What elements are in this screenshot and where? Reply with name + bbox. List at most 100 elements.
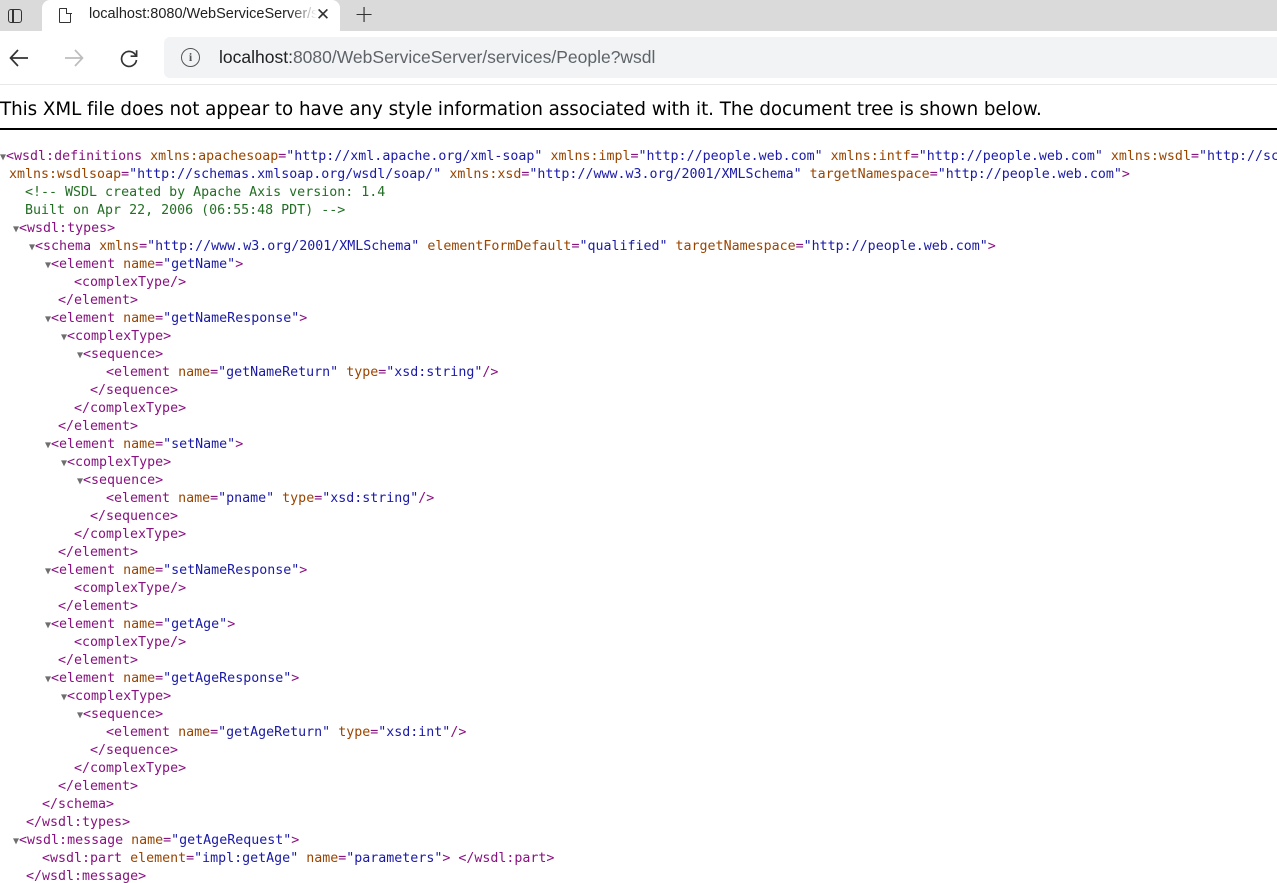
- xml-text: <element name="getAgeResponse">: [51, 671, 300, 686]
- xml-line: </complexType>: [74, 400, 186, 418]
- xml-line: </wsdl:message>: [26, 868, 146, 883]
- xml-line[interactable]: ▼<complexType>: [61, 688, 171, 706]
- tab-strip: localhost:8080/WebServiceServer/services…: [0, 0, 1277, 31]
- tab-actions-icon: [8, 8, 22, 23]
- xml-line[interactable]: ▼<sequence>: [77, 346, 163, 364]
- xml-text: <complexType>: [67, 329, 172, 344]
- xml-text: <element name="getName">: [51, 257, 244, 272]
- xml-line[interactable]: ▼<complexType>: [61, 454, 171, 472]
- xml-text: </sequence>: [90, 383, 179, 398]
- xml-line: </element>: [58, 544, 138, 562]
- xml-document-tree: ▼<wsdl:definitions xmlns:apachesoap="htt…: [0, 148, 1277, 883]
- xml-line: </complexType>: [74, 526, 186, 544]
- xml-line[interactable]: ▼<schema xmlns="http://www.w3.org/2001/X…: [29, 238, 996, 256]
- xml-line: </element>: [58, 292, 138, 310]
- xml-text: </element>: [58, 419, 139, 434]
- xml-comment: <!-- WSDL created by Apache Axis version…: [25, 184, 385, 202]
- xml-line: <element name="getAgeReturn" type="xsd:i…: [106, 724, 466, 742]
- xml-text: <element name="getAge">: [51, 617, 236, 632]
- xml-line: </complexType>: [74, 760, 186, 778]
- xml-text: <element name="getAgeReturn" type="xsd:i…: [106, 725, 467, 740]
- xml-text: </sequence>: [90, 509, 179, 524]
- reload-icon: [120, 50, 138, 68]
- xml-style-notice: This XML file does not appear to have an…: [0, 99, 1042, 120]
- xml-text: <element name="getNameReturn" type="xsd:…: [106, 365, 499, 380]
- xml-text: </element>: [58, 599, 139, 614]
- url-text[interactable]: localhost:8080/WebServiceServer/services…: [219, 47, 655, 68]
- plus-icon[interactable]: +: [352, 2, 376, 26]
- xml-line[interactable]: ▼<wsdl:message name="getAgeRequest">: [13, 832, 299, 850]
- xml-text: </complexType>: [74, 401, 187, 416]
- xml-line: xmlns:wsdlsoap="http://schemas.xmlsoap.o…: [9, 166, 1130, 184]
- back-button[interactable]: [2, 41, 36, 75]
- xml-line[interactable]: ▼<sequence>: [77, 706, 163, 724]
- xml-text: </sequence>: [90, 743, 179, 758]
- tab-title: localhost:8080/WebServiceServer/services…: [89, 6, 317, 22]
- xml-text: </element>: [58, 293, 139, 308]
- xml-text: </element>: [58, 779, 139, 794]
- xml-text: <complexType/>: [74, 635, 187, 650]
- xml-line[interactable]: ▼<element name="getAgeResponse">: [45, 670, 299, 688]
- address-bar[interactable]: i localhost:8080/WebServiceServer/servic…: [164, 37, 1277, 78]
- xml-text: <wsdl:message name="getAgeRequest">: [19, 833, 300, 848]
- xml-text: <!-- WSDL created by Apache Axis version…: [25, 185, 386, 200]
- xml-text: <sequence>: [83, 347, 164, 362]
- xml-text: <sequence>: [83, 473, 164, 488]
- xml-line: </element>: [58, 598, 138, 616]
- xml-text: <sequence>: [83, 707, 164, 722]
- xml-line[interactable]: ▼<wsdl:types>: [13, 220, 115, 238]
- xml-line: </element>: [58, 652, 138, 670]
- xml-text: xmlns:wsdlsoap="http://schemas.xmlsoap.o…: [9, 167, 1130, 182]
- xml-line: </sequence>: [90, 742, 178, 760]
- xml-text: </schema>: [42, 797, 115, 812]
- tab-actions-button[interactable]: [0, 0, 30, 31]
- xml-line: <wsdl:part element="impl:getAge" name="p…: [42, 850, 554, 868]
- xml-line[interactable]: ▼<element name="getNameResponse">: [45, 310, 307, 328]
- info-icon[interactable]: i: [181, 48, 200, 67]
- xml-text: </complexType>: [74, 761, 187, 776]
- xml-line: </element>: [58, 778, 138, 796]
- xml-comment: Built on Apr 22, 2006 (06:55:48 PDT) -->: [25, 202, 345, 220]
- xml-text: <complexType/>: [74, 581, 187, 596]
- xml-text: <complexType>: [67, 689, 172, 704]
- xml-line: </sequence>: [90, 508, 178, 526]
- xml-text: <element name="pname" type="xsd:string"/…: [106, 491, 435, 506]
- xml-text: <wsdl:definitions xmlns:apachesoap="http…: [6, 149, 1277, 164]
- browser-toolbar: i localhost:8080/WebServiceServer/servic…: [0, 31, 1277, 85]
- xml-text: </element>: [58, 545, 139, 560]
- xml-text: <complexType>: [67, 455, 172, 470]
- xml-line: <complexType/>: [74, 580, 186, 598]
- forward-arrow-icon: [65, 49, 84, 67]
- xml-text: <element name="setNameResponse">: [51, 563, 308, 578]
- xml-text: <complexType/>: [74, 275, 187, 290]
- forward-button[interactable]: [57, 41, 91, 75]
- xml-line[interactable]: ▼<element name="setName">: [45, 436, 243, 454]
- xml-line[interactable]: ▼<element name="getName">: [45, 256, 243, 274]
- xml-text: Built on Apr 22, 2006 (06:55:48 PDT) -->: [25, 203, 346, 218]
- back-arrow-icon: [9, 49, 28, 67]
- close-icon[interactable]: ✕: [314, 6, 332, 24]
- xml-text: </wsdl:types>: [26, 815, 131, 830]
- browser-tab[interactable]: localhost:8080/WebServiceServer/services…: [42, 0, 340, 31]
- page-icon: [59, 7, 72, 23]
- xml-line[interactable]: ▼<element name="setNameResponse">: [45, 562, 307, 580]
- xml-line[interactable]: ▼<complexType>: [61, 328, 171, 346]
- xml-line: </element>: [58, 418, 138, 436]
- xml-line: <complexType/>: [74, 274, 186, 292]
- xml-line: <element name="getNameReturn" type="xsd:…: [106, 364, 498, 382]
- xml-text: <wsdl:types>: [19, 221, 116, 236]
- xml-line: </sequence>: [90, 382, 178, 400]
- xml-line: </schema>: [42, 796, 114, 814]
- xml-line: </wsdl:types>: [26, 814, 130, 832]
- xml-text: </element>: [58, 653, 139, 668]
- divider: [0, 128, 1277, 130]
- xml-line: <complexType/>: [74, 634, 186, 652]
- xml-text: <element name="getNameResponse">: [51, 311, 308, 326]
- xml-line[interactable]: ▼<element name="getAge">: [45, 616, 235, 634]
- xml-line: <element name="pname" type="xsd:string"/…: [106, 490, 434, 508]
- xml-text: <wsdl:part element="impl:getAge" name="p…: [42, 851, 555, 866]
- reload-button[interactable]: [112, 41, 146, 75]
- xml-text: </wsdl:message>: [26, 869, 147, 883]
- xml-line[interactable]: ▼<wsdl:definitions xmlns:apachesoap="htt…: [0, 148, 1277, 166]
- xml-line[interactable]: ▼<sequence>: [77, 472, 163, 490]
